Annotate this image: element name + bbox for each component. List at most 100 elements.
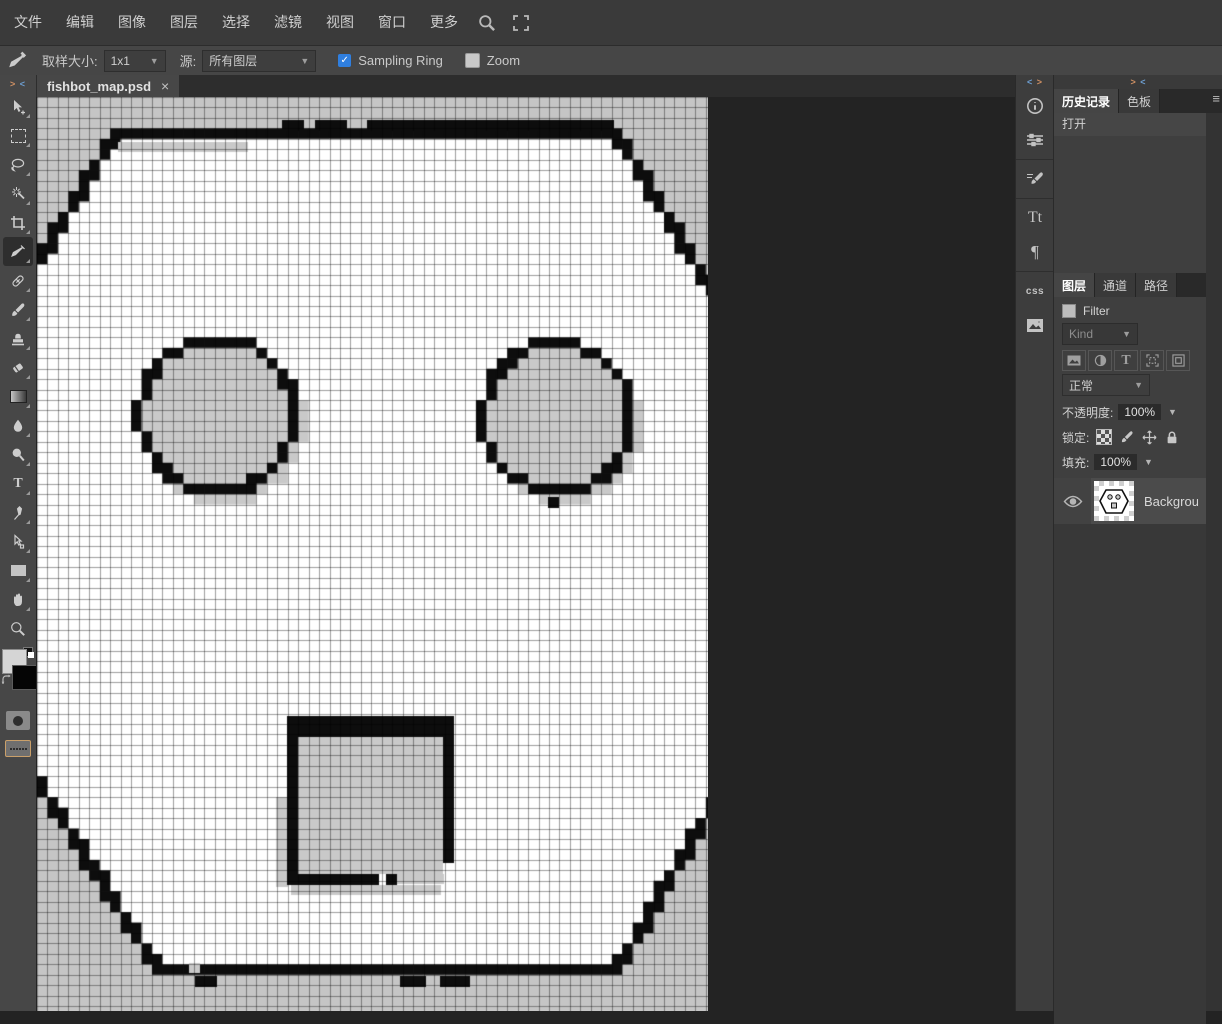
fill-value[interactable]: 100% xyxy=(1094,454,1138,470)
tab-history[interactable]: 历史记录 xyxy=(1054,89,1120,113)
menu-window[interactable]: 窗口 xyxy=(366,0,418,45)
rectangle-icon xyxy=(10,565,26,576)
subtool-indicator xyxy=(26,607,30,611)
rail-collapse-handle[interactable]: < > xyxy=(1027,75,1043,89)
filter-kind-dropdown[interactable]: Kind ▼ xyxy=(1062,323,1138,345)
opacity-label: 不透明度: xyxy=(1062,405,1114,420)
lock-paint-icon[interactable] xyxy=(1120,430,1134,444)
panel-icon-rail: < > Tt ¶ css xyxy=(1015,75,1054,1011)
zoom-checkbox[interactable]: Zoom xyxy=(464,53,520,68)
menu-filter[interactable]: 滤镜 xyxy=(262,0,314,45)
eyedropper-icon xyxy=(8,51,28,71)
filter-smart-objects-button[interactable] xyxy=(1166,350,1190,371)
menu-select[interactable]: 选择 xyxy=(210,0,262,45)
sampling-ring-label: Sampling Ring xyxy=(358,53,443,68)
hand-tool[interactable] xyxy=(3,585,33,614)
subtool-indicator xyxy=(26,114,30,118)
clone-stamp-tool[interactable] xyxy=(3,324,33,353)
subtool-indicator xyxy=(26,433,30,437)
blend-mode-dropdown[interactable]: 正常 ▼ xyxy=(1062,374,1150,396)
magic-wand-tool[interactable] xyxy=(3,179,33,208)
lock-position-icon[interactable] xyxy=(1142,430,1157,445)
paragraph-panel-button[interactable]: ¶ xyxy=(1016,235,1054,269)
subtool-indicator xyxy=(26,317,30,321)
menu-view[interactable]: 视图 xyxy=(314,0,366,45)
tab-channels[interactable]: 通道 xyxy=(1095,273,1137,297)
fill-row: 填充: 100% ▼ xyxy=(1054,450,1206,474)
lock-all-icon[interactable] xyxy=(1165,430,1179,445)
eraser-tool[interactable] xyxy=(3,353,33,382)
document-area: fishbot_map.psd × xyxy=(36,75,1015,1011)
blur-tool[interactable] xyxy=(3,411,33,440)
layer-row-background[interactable]: Background xyxy=(1054,478,1206,524)
search-icon[interactable] xyxy=(470,0,504,45)
type-tool[interactable]: T xyxy=(3,469,33,498)
layers-panel-tabs: 图层 通道 路径 xyxy=(1054,273,1206,297)
menu-edit[interactable]: 编辑 xyxy=(54,0,106,45)
image-panel-button[interactable] xyxy=(1016,308,1054,342)
lasso-tool[interactable] xyxy=(3,150,33,179)
keyboard-shortcuts-button[interactable] xyxy=(5,740,31,757)
subtool-indicator xyxy=(26,288,30,292)
tab-paths[interactable]: 路径 xyxy=(1136,273,1178,297)
filter-checkbox[interactable] xyxy=(1062,304,1076,318)
path-select-tool[interactable] xyxy=(3,527,33,556)
marquee-select-tool[interactable] xyxy=(3,121,33,150)
lock-transparency-icon[interactable] xyxy=(1096,429,1113,445)
adjustment-icon xyxy=(1094,354,1106,367)
close-icon[interactable]: × xyxy=(161,78,169,94)
healing-brush-tool[interactable] xyxy=(3,266,33,295)
filter-adjustment-layers-button[interactable] xyxy=(1088,350,1112,371)
filter-shape-layers-button[interactable] xyxy=(1140,350,1164,371)
tab-layers[interactable]: 图层 xyxy=(1054,273,1096,297)
sampling-ring-checkbox[interactable]: ✓ Sampling Ring xyxy=(338,53,443,68)
source-dropdown[interactable]: 所有图层 ▼ xyxy=(202,49,317,72)
eye-icon xyxy=(1063,495,1082,507)
subtool-indicator xyxy=(26,230,30,234)
shape-tool[interactable] xyxy=(3,556,33,585)
layer-thumbnail[interactable] xyxy=(1094,481,1134,521)
menu-layer[interactable]: 图层 xyxy=(158,0,210,45)
brush-settings-icon xyxy=(1027,172,1043,184)
toolbar-collapse-handle[interactable]: > < xyxy=(10,77,26,91)
css-panel-button[interactable]: css xyxy=(1016,274,1054,308)
chevron-down-icon[interactable]: ▼ xyxy=(1144,457,1153,467)
eyedropper-tool[interactable] xyxy=(3,237,33,266)
opacity-value[interactable]: 100% xyxy=(1118,404,1162,420)
menu-file[interactable]: 文件 xyxy=(2,0,54,45)
canvas-viewport[interactable] xyxy=(37,97,708,1011)
options-bar: 取样大小: 1x1 ▼ 源: 所有图层 ▼ ✓ Sampling Ring Zoom xyxy=(0,46,1222,76)
character-panel-button[interactable]: Tt xyxy=(1016,201,1054,235)
pen-tool[interactable] xyxy=(3,498,33,527)
filter-type-layers-button[interactable]: T xyxy=(1114,350,1138,371)
sample-size-label: 取样大小: xyxy=(42,54,98,69)
gradient-tool[interactable] xyxy=(3,382,33,411)
sample-size-dropdown[interactable]: 1x1 ▼ xyxy=(103,49,166,72)
checkbox-unchecked-icon xyxy=(464,53,480,68)
fullscreen-icon[interactable] xyxy=(504,0,538,45)
document-tab[interactable]: fishbot_map.psd × xyxy=(37,75,180,97)
dodge-tool[interactable] xyxy=(3,440,33,469)
move-tool[interactable] xyxy=(3,92,33,121)
subtool-indicator xyxy=(26,578,30,582)
lock-label: 锁定: xyxy=(1062,430,1090,445)
zoom-tool[interactable] xyxy=(3,614,33,643)
info-panel-button[interactable] xyxy=(1016,89,1054,123)
background-color-swatch[interactable] xyxy=(12,665,37,690)
quick-mask-button[interactable] xyxy=(6,711,30,730)
brush-tool[interactable] xyxy=(3,295,33,324)
filter-pixel-layers-button[interactable] xyxy=(1062,350,1086,371)
layer-visibility-toggle[interactable] xyxy=(1054,478,1091,524)
history-entry-open[interactable]: 打开 xyxy=(1054,113,1206,136)
panel-collapse-header[interactable]: > < xyxy=(1054,75,1222,89)
chevron-down-icon[interactable]: ▼ xyxy=(1168,407,1177,417)
tab-swatches[interactable]: 色板 xyxy=(1119,89,1161,113)
info-icon xyxy=(1027,98,1043,114)
panel-menu-icon[interactable]: ≡ xyxy=(1212,91,1220,106)
frame-corners-icon xyxy=(1145,354,1159,367)
menu-image[interactable]: 图像 xyxy=(106,0,158,45)
adjustments-panel-button[interactable] xyxy=(1016,123,1054,157)
crop-tool[interactable] xyxy=(3,208,33,237)
menu-more[interactable]: 更多 xyxy=(418,0,470,45)
brush-settings-panel-button[interactable] xyxy=(1016,162,1054,196)
